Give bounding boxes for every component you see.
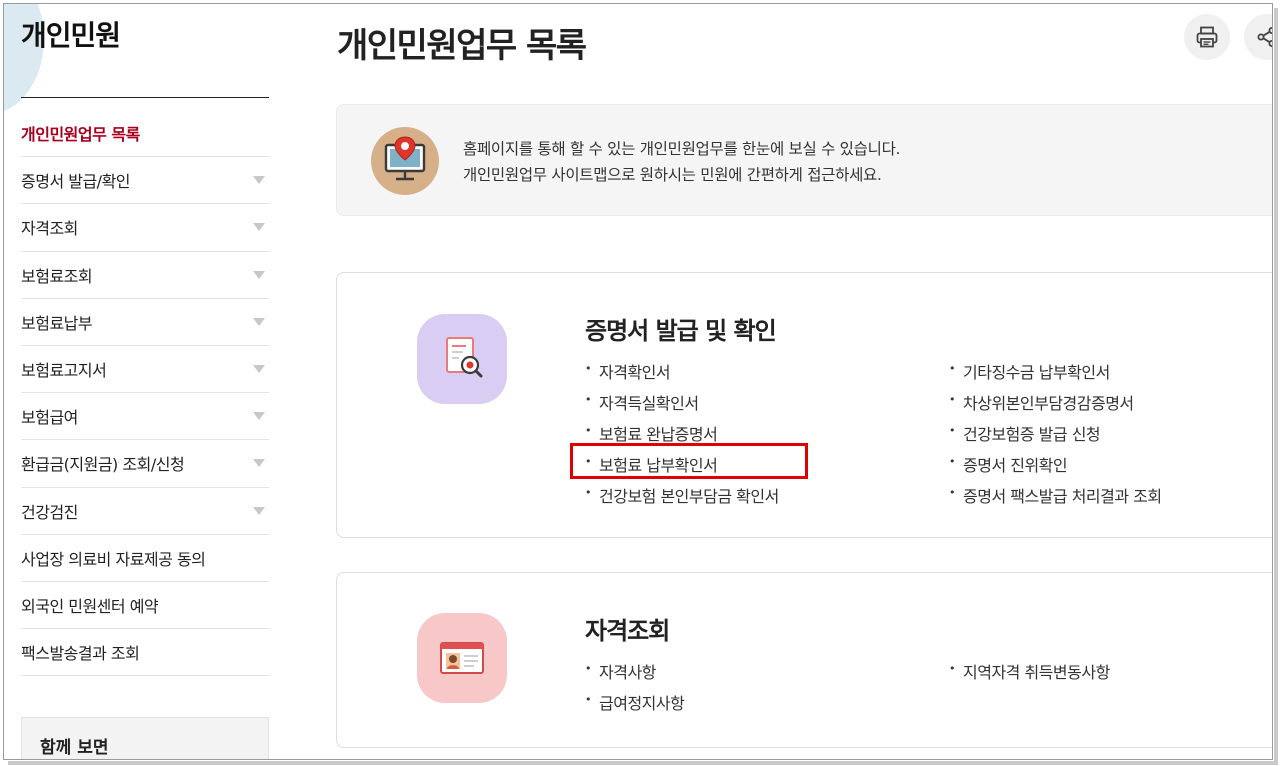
print-button[interactable] [1184,14,1230,60]
sidebar-item-premium-payment[interactable]: 보험료납부 [21,299,269,346]
sidebar-item-certificate[interactable]: 증명서 발급/확인 [21,157,269,205]
link-certificate-verification[interactable]: 증명서 진위확인 [949,452,1162,483]
sidebar-divider [21,97,269,98]
link-column-right: 기타징수금 납부확인서 차상위본인부담경감증명서 건강보험증 발급 신청 증명서… [949,359,1162,514]
caret-down-icon[interactable] [253,270,265,279]
caret-down-icon[interactable] [253,317,265,326]
sidebar-item-eligibility[interactable]: 자격조회 [21,204,269,252]
link-column-left: 자격확인서 자격득실확인서 보험료 완납증명서 보험료 납부확인서 건강보험 본… [585,359,779,514]
section-card-certificate: 증명서 발급 및 확인 자격확인서 자격득실확인서 보험료 완납증명서 보험료 … [336,272,1272,538]
link-benefit-suspension[interactable]: 급여정지사항 [585,690,685,721]
related-links-title: 함께 보면 [40,738,109,758]
link-column-left: 자격사항 급여정지사항 [585,659,685,721]
section-title: 증명서 발급 및 확인 [585,317,777,345]
sidebar-item-label: 보험료고지서 [21,361,107,381]
link-fax-issue-result[interactable]: 증명서 팩스발급 처리결과 조회 [949,483,1162,514]
section-card-eligibility: 자격조회 자격사항 급여정지사항 지역자격 취득변동사항 [336,572,1272,748]
sidebar-item-premium-notice[interactable]: 보험료고지서 [21,346,269,394]
sidebar-item-label: 환급금(지원금) 조회/신청 [21,455,185,475]
sidebar-item-label: 건강검진 [21,502,78,522]
sidebar-item-label: 보험료조회 [21,266,93,286]
caret-down-icon[interactable] [253,176,265,185]
share-button[interactable] [1244,14,1272,60]
sidebar-item-benefits[interactable]: 보험급여 [21,393,269,441]
sidebar-item-fax-result[interactable]: 팩스발송결과 조회 [21,629,269,677]
sidebar-item-personal-list[interactable]: 개인민원업무 목록 [21,110,269,158]
sidebar-item-refund[interactable]: 환급금(지원금) 조회/신청 [21,440,269,488]
sidebar-item-premium-inquiry[interactable]: 보험료조회 [21,252,269,299]
page-title: 개인민원업무 목록 [337,26,587,66]
sidebar-item-label: 개인민원업무 목록 [21,125,140,145]
frame-shadow [1274,8,1278,762]
sidebar-item-foreigner-reservation[interactable]: 외국인 민원센터 예약 [21,582,269,630]
caret-down-icon[interactable] [253,506,265,515]
highlight-box [570,443,808,479]
sidebar-item-label: 외국인 민원센터 예약 [21,596,159,616]
related-links-box: 함께 보면 [21,717,269,759]
sidebar-item-label: 증명서 발급/확인 [21,172,131,192]
document-search-icon [417,314,507,404]
browser-viewport: 개인민원 개인민원업무 목록 증명서 발급/확인 자격조회 보험료조회 보험료납… [3,3,1273,760]
link-regional-qualification-changes[interactable]: 지역자격 취득변동사항 [949,659,1110,690]
sidebar-item-label: 자격조회 [21,219,78,239]
section-title: 자격조회 [585,617,670,645]
frame-shadow [8,761,1278,765]
sidebar-item-label: 보험급여 [21,408,78,428]
intro-banner: 홈페이지를 통해 할 수 있는 개인민원업무를 한눈에 보실 수 있습니다. 개… [336,104,1272,216]
caret-down-icon[interactable] [253,223,265,232]
sidebar-item-label: 사업장 의료비 자료제공 동의 [21,549,206,569]
link-qualification-details[interactable]: 자격사항 [585,659,684,690]
link-qualification-certificate[interactable]: 자격확인서 [585,359,779,390]
sidebar-item-health-checkup[interactable]: 건강검진 [21,488,269,535]
intro-text: 홈페이지를 통해 할 수 있는 개인민원업무를 한눈에 보실 수 있습니다. 개… [463,136,900,188]
printer-icon [1196,26,1218,48]
caret-down-icon[interactable] [253,459,265,468]
link-other-collection-confirmation[interactable]: 기타징수금 납부확인서 [949,359,1162,390]
caret-down-icon[interactable] [253,412,265,421]
monitor-location-icon [371,127,439,195]
sidebar-title: 개인민원 [21,19,121,52]
link-column-right: 지역자격 취득변동사항 [949,659,1110,690]
link-near-poverty-certificate[interactable]: 차상위본인부담경감증명서 [949,390,1162,421]
link-copayment-confirmation[interactable]: 건강보험 본인부담금 확인서 [585,483,779,514]
sidebar-item-medical-data-consent[interactable]: 사업장 의료비 자료제공 동의 [21,535,269,582]
caret-down-icon[interactable] [253,364,265,373]
link-insurance-card-request[interactable]: 건강보험증 발급 신청 [949,421,1162,452]
sidebar-item-label: 보험료납부 [21,313,93,333]
share-icon [1257,27,1272,47]
intro-line: 개인민원업무 사이트맵으로 원하시는 민원에 간편하게 접근하세요. [463,166,882,184]
link-qualification-history[interactable]: 자격득실확인서 [585,390,779,421]
intro-line: 홈페이지를 통해 할 수 있는 개인민원업무를 한눈에 보실 수 있습니다. [463,140,901,158]
id-card-icon [417,613,507,703]
sidebar-item-label: 팩스발송결과 조회 [21,644,140,664]
sidebar-menu: 개인민원업무 목록 증명서 발급/확인 자격조회 보험료조회 보험료납부 보험료… [21,110,269,677]
